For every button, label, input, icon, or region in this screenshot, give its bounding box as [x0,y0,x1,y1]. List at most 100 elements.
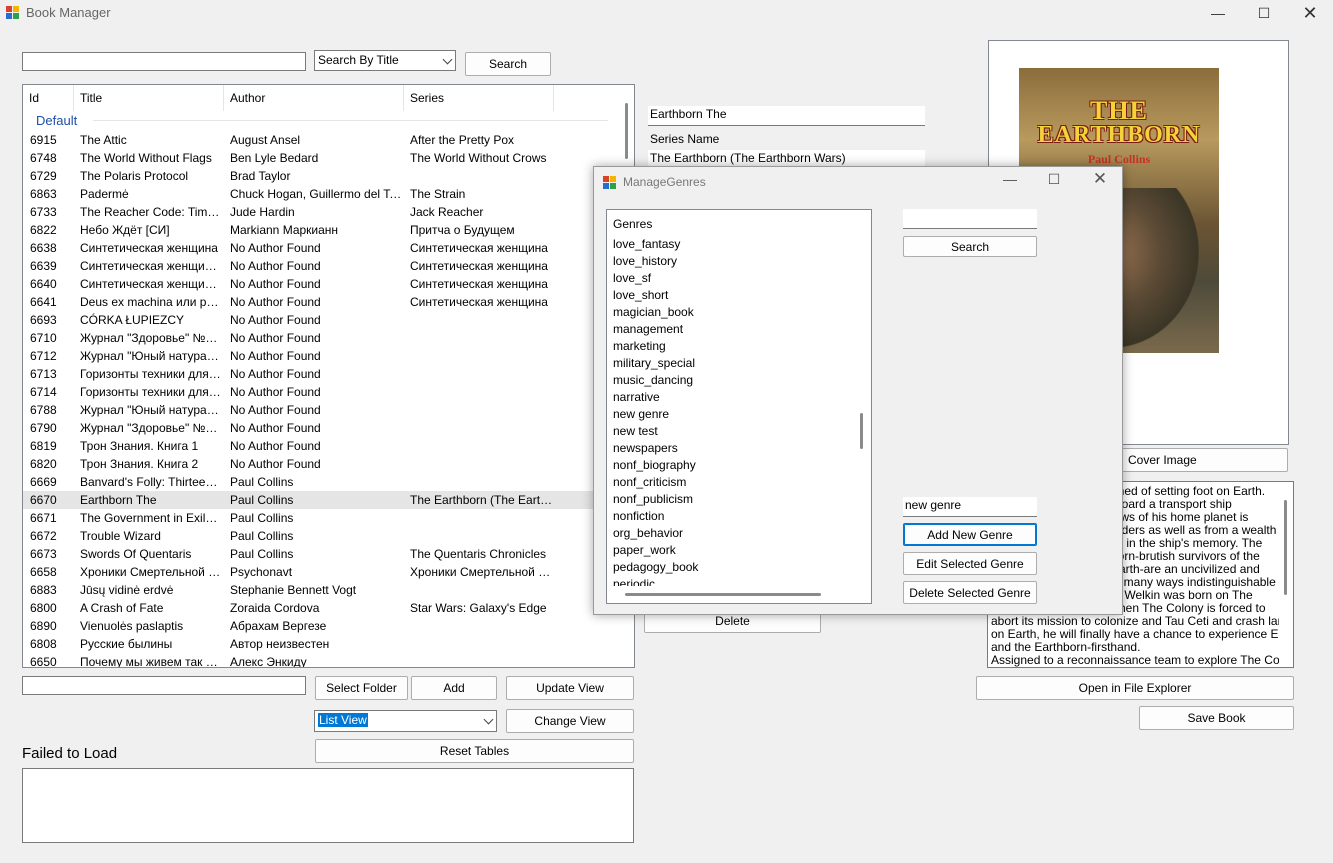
genre-item[interactable]: love_history [613,253,677,270]
genre-search-input[interactable] [903,209,1037,229]
cell-title: Синтетическая женщина [80,241,218,255]
scrollbar-thumb[interactable] [625,103,628,159]
book-title-field[interactable]: Earthborn The [648,106,925,126]
cell-title: Синтетическая женщина 3 [80,277,223,291]
genre-item[interactable]: org_behavior [613,525,683,542]
new-genre-input[interactable]: new genre [903,497,1037,517]
table-row[interactable]: 6883 Jūsų vidinė erdvė Stephanie Bennett V… [23,581,613,599]
genre-item[interactable]: music_dancing [613,372,693,389]
add-new-genre-button[interactable]: Add New Genre [903,523,1037,546]
table-row[interactable]: 6713 Горизонты техники для д... No Author … [23,365,613,383]
delete-selected-genre-button[interactable]: Delete Selected Genre [903,581,1037,604]
select-folder-button[interactable]: Select Folder [315,676,408,700]
table-row[interactable]: 6890 Vienuolės paslaptis Абрахам Вергезе [23,617,613,635]
table-row[interactable]: 6808 Русские былины Автор неизвестен [23,635,613,653]
genre-list-hscroll[interactable] [607,586,871,603]
open-in-file-explorer-button[interactable]: Open in File Explorer [976,676,1294,700]
scrollbar-thumb[interactable] [860,413,863,449]
genre-item[interactable]: marketing [613,338,666,355]
genre-item[interactable]: love_short [613,287,668,304]
table-row[interactable]: 6641 Deus ex machina или раз... No Author … [23,293,613,311]
genre-item[interactable]: nonf_criticism [613,474,686,491]
genre-search-button[interactable]: Search [903,236,1037,257]
cell-id: 6693 [30,313,57,327]
close-button[interactable]: ✕ [1287,0,1333,26]
cell-series [403,383,553,401]
cell-author: No Author Found [230,421,321,435]
genre-item[interactable]: new test [613,423,658,440]
table-row[interactable]: 6638 Синтетическая женщина No Author Found… [23,239,613,257]
dialog-close-button[interactable]: ✕ [1086,169,1114,191]
genre-item[interactable]: love_sf [613,270,651,287]
add-button[interactable]: Add [411,676,497,700]
search-button[interactable]: Search [465,52,551,76]
genre-item[interactable]: nonf_biography [613,457,696,474]
table-row[interactable]: 6658 Хроники Смертельной Б... Psychonavt Хр… [23,563,613,581]
genre-item[interactable]: love_fantasy [613,236,680,253]
table-row[interactable]: 6733 The Reacher Code: Timest... Jude Hard… [23,203,613,221]
table-row[interactable]: 6800 A Crash of Fate Zoraida Cordova Star W… [23,599,613,617]
change-view-button[interactable]: Change View [506,709,634,733]
table-row[interactable]: 6669 Banvard's Folly: Thirteen T... Paul C… [23,473,613,491]
genre-item[interactable]: nonfiction [613,508,664,525]
view-mode-select[interactable]: List View [314,710,497,732]
table-row[interactable]: 6788 Журнал "Юный натурали... No Author Fo… [23,401,613,419]
genre-item[interactable]: narrative [613,389,660,406]
genre-item[interactable]: military_special [613,355,695,372]
table-row[interactable]: 6693 CÓRKA ŁUPIEZCY No Author Found [23,311,613,329]
save-book-button[interactable]: Save Book [1139,706,1294,730]
table-row[interactable]: 6819 Трон Знания. Книга 1 No Author Found [23,437,613,455]
cell-series: Хроники Смертельной Б... [410,565,553,579]
table-row[interactable]: 6714 Горизонты техники для д... No Author … [23,383,613,401]
table-row[interactable]: 6820 Трон Знания. Книга 2 No Author Found [23,455,613,473]
table-row[interactable]: 6712 Журнал "Юный натурали... No Author Fo… [23,347,613,365]
table-row[interactable]: 6729 The Polaris Protocol Brad Taylor [23,167,613,185]
scrollbar-thumb[interactable] [625,593,821,596]
column-header-series[interactable]: Series [404,85,554,111]
table-row[interactable]: 6748 The World Without Flags Ben Lyle Beda… [23,149,613,167]
edit-selected-genre-button[interactable]: Edit Selected Genre [903,552,1037,575]
search-mode-select[interactable]: Search By Title [314,50,456,71]
table-row[interactable]: 6822 Небо Ждёт [СИ] Markiann Маркианн Притч… [23,221,613,239]
column-header-author[interactable]: Author [224,85,404,111]
cell-author: Jude Hardin [230,205,295,219]
book-list-view[interactable]: Id Title Author Series Default 6915 The A… [22,84,635,668]
genre-list[interactable]: Genres love_fantasy love_history love_sf lo… [606,209,872,604]
table-row[interactable]: 6670 Earthborn The Paul Collins The Earthbo… [23,491,613,509]
minimize-button[interactable]: — [1195,0,1241,26]
failed-to-load-box[interactable] [22,768,634,843]
genre-item[interactable]: new genre [613,406,669,423]
dialog-maximize-button[interactable]: ☐ [1040,171,1068,193]
table-row[interactable]: 6639 Синтетическая женщина 2 No Author Fou… [23,257,613,275]
reset-tables-button[interactable]: Reset Tables [315,739,634,763]
genre-item[interactable]: newspapers [613,440,678,457]
cover-image-button[interactable]: Cover Image [1110,448,1288,472]
genre-item[interactable]: paper_work [613,542,676,559]
column-header-title[interactable]: Title [74,85,224,111]
column-header-id[interactable]: Id [23,85,74,111]
table-row[interactable]: 6650 Почему мы живем так м... Алекс Энкиду [23,653,613,667]
genre-item[interactable]: management [613,321,683,338]
table-row[interactable]: 6640 Синтетическая женщина 3 No Author Fou… [23,275,613,293]
genre-item[interactable]: nonf_publicism [613,491,693,508]
maximize-button[interactable]: ☐ [1241,0,1287,26]
table-row[interactable]: 6915 The Attic August Ansel After the Prett… [23,131,613,149]
genre-list-vscroll[interactable] [854,210,871,603]
table-row[interactable]: 6710 Журнал "Здоровье" №3 (... No Author F… [23,329,613,347]
search-input[interactable] [22,52,306,71]
table-row[interactable]: 6671 The Government in Exile a... Paul Col… [23,509,613,527]
cell-author: Paul Collins [230,511,294,525]
description-scrollbar[interactable] [1279,482,1293,667]
table-row[interactable]: 6863 Padermė Chuck Hogan, Guillermo del To… [23,185,613,203]
table-row[interactable]: 6672 Trouble Wizard Paul Collins [23,527,613,545]
table-row[interactable]: 6673 Swords Of Quentaris Paul Collins The Q… [23,545,613,563]
cell-author: Paul Collins [230,493,294,507]
genre-item[interactable]: pedagogy_book [613,559,698,576]
update-view-button[interactable]: Update View [506,676,634,700]
dialog-minimize-button[interactable]: — [996,171,1024,193]
scrollbar-thumb[interactable] [1284,500,1287,595]
series-name-label: Series Name [650,132,720,146]
genre-item[interactable]: magician_book [613,304,694,321]
folder-path-input[interactable] [22,676,306,695]
table-row[interactable]: 6790 Журнал "Здоровье" №4 (... No Author F… [23,419,613,437]
